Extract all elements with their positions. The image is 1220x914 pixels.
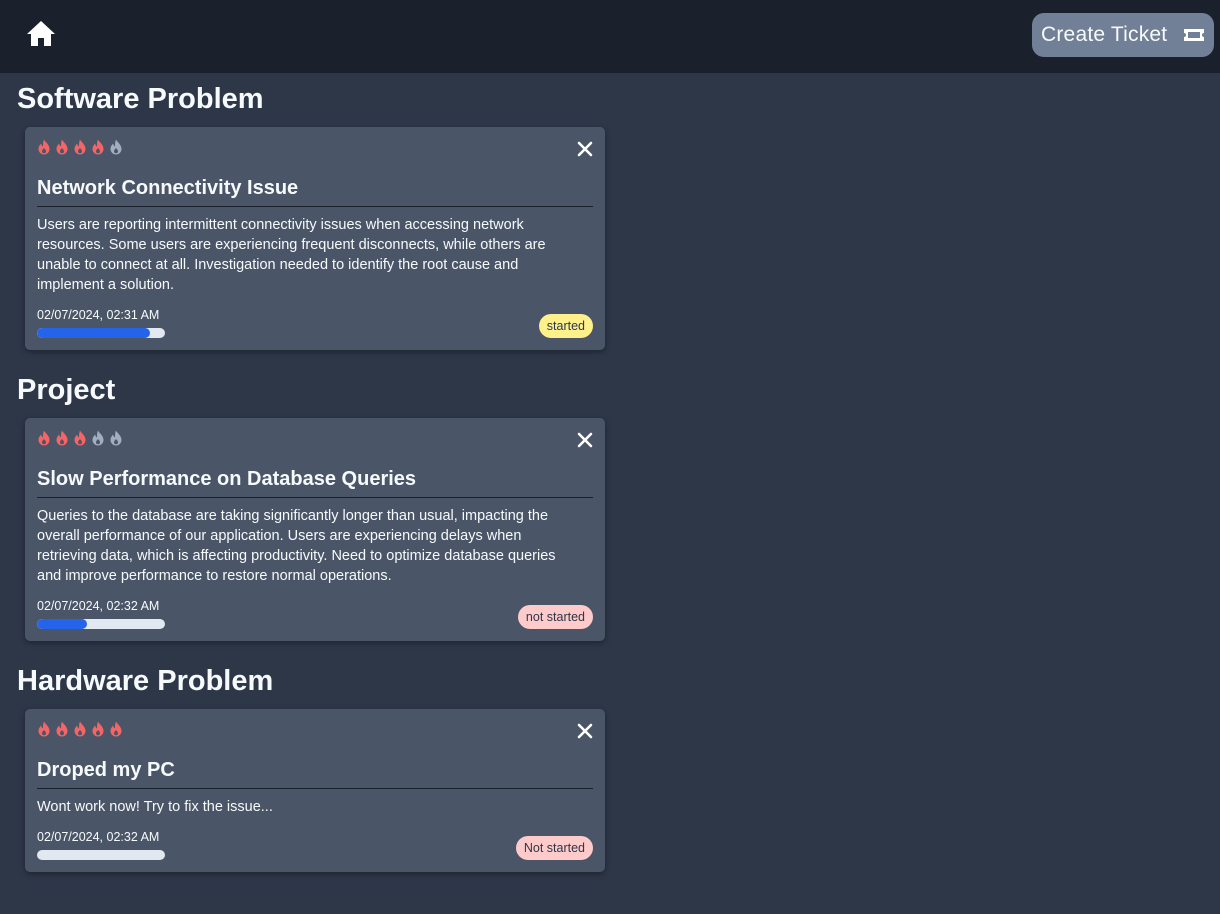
ticket-title: Slow Performance on Database Queries [37,468,593,498]
flame-icon-active [74,430,86,446]
status-badge: started [538,314,593,338]
flame-icon-inactive [110,430,122,446]
ticket-date: 02/07/2024, 02:32 AM [37,599,160,613]
progress-bar [37,850,165,860]
ticket-date: 02/07/2024, 02:32 AM [37,830,160,844]
flame-icon-active [38,721,50,737]
ticket-description: Users are reporting intermittent connect… [37,217,546,293]
flame-icon-active [92,721,104,737]
ticket-card[interactable]: Network Connectivity Issue Users are rep… [25,127,605,350]
status-badge: not started [517,605,593,629]
ticket-date: 02/07/2024, 02:31 AM [37,308,160,322]
flame-icon-active [110,721,122,737]
priority-rating [37,430,123,446]
close-icon[interactable] [577,141,593,157]
priority-rating [37,721,123,737]
ticket-description: Queries to the database are taking signi… [37,508,556,584]
section-title: Hardware Problem [17,665,274,697]
home-icon [27,21,55,46]
create-ticket-label: Create Ticket [1041,23,1168,46]
home-button[interactable] [26,20,60,52]
ticket-description: Wont work now! Try to fix the issue... [37,799,273,815]
close-icon[interactable] [577,723,593,739]
status-badge: Not started [515,836,593,860]
ticket-title: Droped my PC [37,759,593,789]
progress-fill [37,328,150,338]
ticket-icon [1184,29,1204,41]
top-navigation-bar: Create Ticket [0,0,1220,73]
flame-icon-active [56,139,68,155]
flame-icon-inactive [92,430,104,446]
create-ticket-button[interactable]: Create Ticket [1032,13,1214,57]
flame-icon-active [74,721,86,737]
progress-bar [37,619,165,629]
flame-icon-active [74,139,86,155]
flame-icon-inactive [110,139,122,155]
flame-icon-active [38,139,50,155]
flame-icon-active [56,721,68,737]
ticket-card[interactable]: Slow Performance on Database Queries Que… [25,418,605,641]
priority-rating [37,139,123,155]
flame-icon-active [38,430,50,446]
progress-fill [37,619,87,629]
progress-bar [37,328,165,338]
section-title: Software Problem [17,83,264,115]
flame-icon-active [56,430,68,446]
ticket-title: Network Connectivity Issue [37,177,593,207]
flame-icon-active [92,139,104,155]
close-icon[interactable] [577,432,593,448]
section-title: Project [17,374,116,406]
ticket-card[interactable]: Droped my PC Wont work now! Try to fix t… [25,709,605,872]
